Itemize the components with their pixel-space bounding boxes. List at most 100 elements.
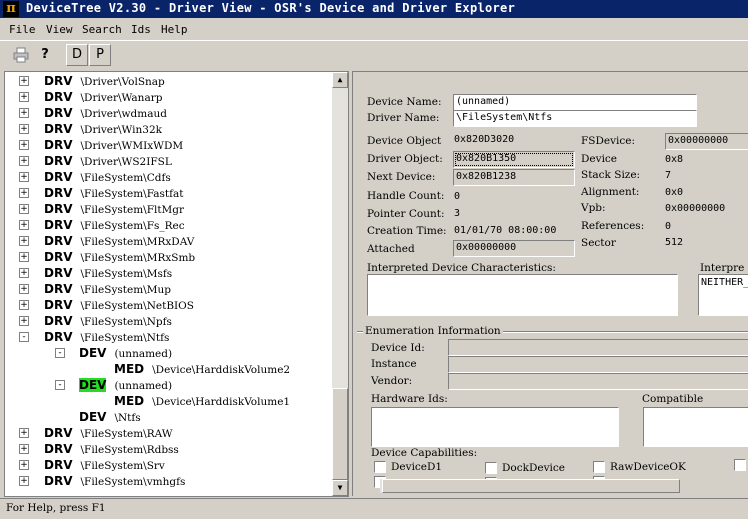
expand-icon[interactable]: + xyxy=(19,156,29,166)
tree-item-type: DRV xyxy=(44,298,73,312)
expand-icon[interactable]: + xyxy=(19,140,29,150)
instance-field[interactable] xyxy=(448,356,748,373)
tree-item[interactable]: DRV \Driver\Win32k xyxy=(44,121,162,137)
tree-item-type: MED xyxy=(114,394,145,408)
driver-object-field[interactable]: 0x820B1350 xyxy=(453,151,575,168)
tree-item[interactable]: DRV \FileSystem\FltMgr xyxy=(44,201,184,217)
cap-extra-checkbox[interactable] xyxy=(734,459,746,471)
tree-item[interactable]: DRV \FileSystem\Fastfat xyxy=(44,185,184,201)
tree-item-path: \FileSystem\FltMgr xyxy=(80,204,185,216)
scroll-thumb[interactable] xyxy=(332,388,348,480)
interp-dev-char-list[interactable] xyxy=(367,274,678,316)
pnp-view-button[interactable]: P xyxy=(89,44,111,66)
expand-icon[interactable]: + xyxy=(19,92,29,102)
attached-field[interactable]: 0x00000000 xyxy=(453,240,575,257)
device-name-field[interactable]: (unnamed) xyxy=(453,94,697,111)
tree-item-path: \FileSystem\Cdfs xyxy=(80,172,171,184)
tree-item[interactable]: MED \Device\HarddiskVolume2 xyxy=(114,361,290,377)
expand-icon[interactable]: + xyxy=(19,76,29,86)
interp-list[interactable]: NEITHER_ xyxy=(698,274,748,316)
device-name-label: Device Name: xyxy=(367,96,442,108)
tree-item-type: DRV xyxy=(44,458,73,472)
tree-item[interactable]: DEV (unnamed) xyxy=(79,377,172,393)
expand-icon[interactable]: + xyxy=(19,316,29,326)
expand-icon[interactable]: + xyxy=(19,300,29,310)
details-horizontal-scrollbar[interactable] xyxy=(380,479,680,493)
tree-item[interactable]: MED \Device\HarddiskVolume1 xyxy=(114,393,290,409)
menu-bar: File View Search Ids Help xyxy=(0,21,748,39)
tree-item[interactable]: DEV \Ntfs xyxy=(79,409,141,425)
expand-icon[interactable]: + xyxy=(19,188,29,198)
tree-item-path: \Driver\WMIxWDM xyxy=(80,140,184,152)
next-device-label: Next Device: xyxy=(367,171,436,183)
expand-icon[interactable]: + xyxy=(19,476,29,486)
expand-icon[interactable]: + xyxy=(19,220,29,230)
device-tree-pane[interactable]: + DRV \Driver\VolSnap + DRV \Driver\Wanarp + DR… xyxy=(4,71,349,497)
expand-icon[interactable]: + xyxy=(19,108,29,118)
expand-icon[interactable]: + xyxy=(19,204,29,214)
tree-item[interactable]: DRV \Driver\WS2IFSL xyxy=(44,153,172,169)
expand-icon[interactable]: + xyxy=(19,284,29,294)
tree-item[interactable]: DRV \FileSystem\Srv xyxy=(44,457,165,473)
menu-file[interactable]: File xyxy=(9,23,36,36)
expand-icon[interactable]: + xyxy=(19,172,29,182)
cap-deviced1-checkbox[interactable] xyxy=(374,461,386,473)
expand-icon[interactable]: + xyxy=(19,268,29,278)
tree-item-path: \FileSystem\Ntfs xyxy=(80,332,170,344)
tree-item[interactable]: DRV \Driver\wdmaud xyxy=(44,105,167,121)
expand-icon[interactable]: + xyxy=(19,428,29,438)
fsdevice-field[interactable]: 0x00000000 xyxy=(665,133,748,150)
help-button[interactable]: ? xyxy=(34,44,56,66)
tree-item-path: \Driver\Wanarp xyxy=(80,92,163,104)
tree-item-path: \Driver\WS2IFSL xyxy=(80,156,172,168)
tree-item[interactable]: DRV \FileSystem\vmhgfs xyxy=(44,473,185,489)
tree-item[interactable]: DRV \FileSystem\MRxSmb xyxy=(44,249,195,265)
menu-search[interactable]: Search xyxy=(82,23,122,36)
interp-list-item: NEITHER_ xyxy=(701,277,748,288)
expand-icon[interactable]: + xyxy=(19,252,29,262)
tree-item[interactable]: DRV \FileSystem\Rdbss xyxy=(44,441,179,457)
tree-item[interactable]: DRV \FileSystem\Fs_Rec xyxy=(44,217,185,233)
tree-item[interactable]: DRV \FileSystem\Npfs xyxy=(44,313,172,329)
expand-icon[interactable]: + xyxy=(19,444,29,454)
menu-help[interactable]: Help xyxy=(161,23,188,36)
cap-dockdevice-checkbox[interactable] xyxy=(485,462,497,474)
tree-item[interactable]: DRV \FileSystem\Cdfs xyxy=(44,169,171,185)
tree-vertical-scrollbar[interactable]: ▲ ▼ xyxy=(332,72,348,496)
next-device-field[interactable]: 0x820B1238 xyxy=(453,169,575,186)
print-button[interactable] xyxy=(10,44,32,66)
tree-item[interactable]: DRV \Driver\VolSnap xyxy=(44,73,165,89)
creation-time-value: 01/01/70 08:00:00 xyxy=(454,225,557,236)
driver-view-button[interactable]: D xyxy=(66,44,88,66)
tree-item[interactable]: DRV \FileSystem\RAW xyxy=(44,425,173,441)
compatible-list[interactable] xyxy=(643,407,748,447)
scroll-up-button[interactable]: ▲ xyxy=(332,72,348,88)
tree-item[interactable]: DRV \Driver\WMIxWDM xyxy=(44,137,183,153)
vendor-field[interactable] xyxy=(448,373,748,390)
cap-rawdeviceok-checkbox[interactable] xyxy=(593,461,605,473)
tree-item[interactable]: DRV \FileSystem\Msfs xyxy=(44,265,172,281)
tree-item-type: DRV xyxy=(44,170,73,184)
scroll-down-button[interactable]: ▼ xyxy=(332,480,348,496)
horizontal-scroll-thumb[interactable] xyxy=(382,479,680,493)
collapse-icon[interactable]: - xyxy=(55,380,65,390)
tree-item[interactable]: DRV \Driver\Wanarp xyxy=(44,89,162,105)
menu-view[interactable]: View xyxy=(46,23,73,36)
hardware-ids-list[interactable] xyxy=(371,407,619,447)
collapse-icon[interactable]: - xyxy=(55,348,65,358)
cap-deviced1-label: DeviceD1 xyxy=(391,461,443,473)
collapse-icon[interactable]: - xyxy=(19,332,29,342)
driver-name-field[interactable]: \FileSystem\Ntfs xyxy=(453,110,697,127)
tree-item[interactable]: DRV \FileSystem\NetBIOS xyxy=(44,297,194,313)
menu-ids[interactable]: Ids xyxy=(131,23,151,36)
tree-item[interactable]: DRV \FileSystem\Ntfs xyxy=(44,329,169,345)
tree-item[interactable]: DEV (unnamed) xyxy=(79,345,172,361)
tree-item[interactable]: DRV \FileSystem\Mup xyxy=(44,281,171,297)
stack-size-value: 7 xyxy=(665,170,672,181)
tree-item[interactable]: DRV \FileSystem\MRxDAV xyxy=(44,233,194,249)
expand-icon[interactable]: + xyxy=(19,460,29,470)
device-id-field[interactable] xyxy=(448,339,748,356)
expand-icon[interactable]: + xyxy=(19,124,29,134)
tree-item-path: \FileSystem\RAW xyxy=(80,428,173,440)
expand-icon[interactable]: + xyxy=(19,236,29,246)
